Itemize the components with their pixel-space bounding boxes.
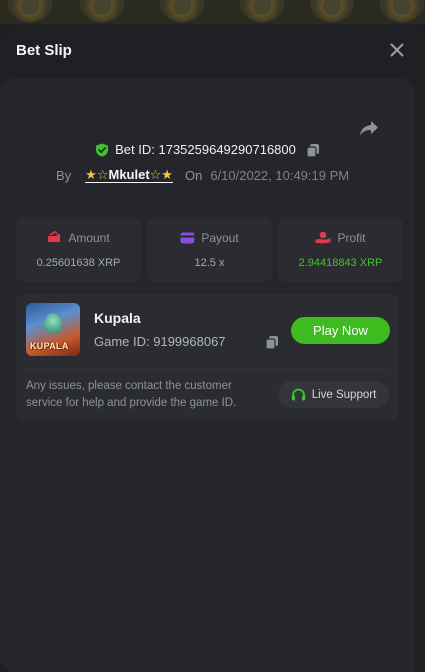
username-stars-right: ☆★ <box>149 167 173 182</box>
game-thumbnail[interactable]: KUPALA <box>26 303 80 356</box>
stat-value: 2.94418843 XRP <box>298 256 383 269</box>
by-label: By <box>56 167 72 183</box>
stat-payout: Payout 12.5 x <box>147 217 272 282</box>
share-icon[interactable] <box>357 116 381 140</box>
stat-value: 0.25601638 XRP <box>36 256 121 269</box>
headset-icon <box>291 388 305 400</box>
stat-value: 12.5 x <box>194 256 225 269</box>
game-name: Kupala <box>94 310 141 326</box>
stat-label: Amount <box>68 230 110 245</box>
play-now-button[interactable]: Play Now <box>291 317 390 344</box>
close-icon <box>390 43 404 57</box>
bet-stats: Amount 0.25601638 XRP Payout 12.5 x Prof… <box>16 217 403 282</box>
background-coin <box>160 0 204 22</box>
game-thumbnail-figure <box>44 313 62 339</box>
copy-icon[interactable] <box>306 143 320 157</box>
game-panel: KUPALA Kupala Game ID: 9199968067 Play N… <box>16 294 399 421</box>
copy-icon[interactable] <box>265 335 279 349</box>
username: Mkulet <box>108 167 150 182</box>
close-button[interactable] <box>385 38 409 62</box>
card-icon <box>180 232 195 243</box>
help-text: Any issues, please contact the customer … <box>26 380 237 409</box>
stat-label: Profit <box>337 230 366 245</box>
live-support-button[interactable]: Live Support <box>278 381 389 408</box>
stat-label: Payout <box>201 230 239 245</box>
bettor-row: By ★☆Mkulet☆★ On 6/10/2022, 10:49:19 PM <box>56 167 349 183</box>
bet-slip-modal: Bet Slip Bet ID: 1735259649290716800 By … <box>0 24 425 672</box>
stat-amount: Amount 0.25601638 XRP <box>16 217 141 282</box>
divider <box>26 369 389 370</box>
bet-id: Bet ID: 1735259649290716800 <box>115 142 296 157</box>
hand-coin-icon <box>315 231 331 244</box>
bet-details-card: Bet ID: 1735259649290716800 By ★☆Mkulet☆… <box>0 78 415 672</box>
game-thumbnail-logo: KUPALA <box>30 341 69 351</box>
bet-id-row: Bet ID: 1735259649290716800 <box>0 142 415 157</box>
bet-date: 6/10/2022, 10:49:19 PM <box>210 167 350 183</box>
game-id: Game ID: 9199968067 <box>94 334 226 349</box>
stat-profit: Profit 2.94418843 XRP <box>278 217 403 282</box>
background-coin <box>380 0 424 22</box>
background-coin <box>310 0 354 22</box>
background-coin <box>8 0 52 22</box>
background-coin <box>80 0 124 22</box>
on-label: On <box>184 167 203 183</box>
modal-header: Bet Slip <box>0 24 425 76</box>
username-link[interactable]: ★☆Mkulet☆★ <box>85 167 173 183</box>
background-coin <box>240 0 284 22</box>
modal-title: Bet Slip <box>16 41 72 59</box>
wallet-out-icon <box>48 231 61 242</box>
username-stars-left: ★☆ <box>85 167 109 182</box>
live-support-label: Live Support <box>311 388 377 401</box>
background-game-strip <box>0 0 425 24</box>
shield-check-icon <box>96 143 109 157</box>
